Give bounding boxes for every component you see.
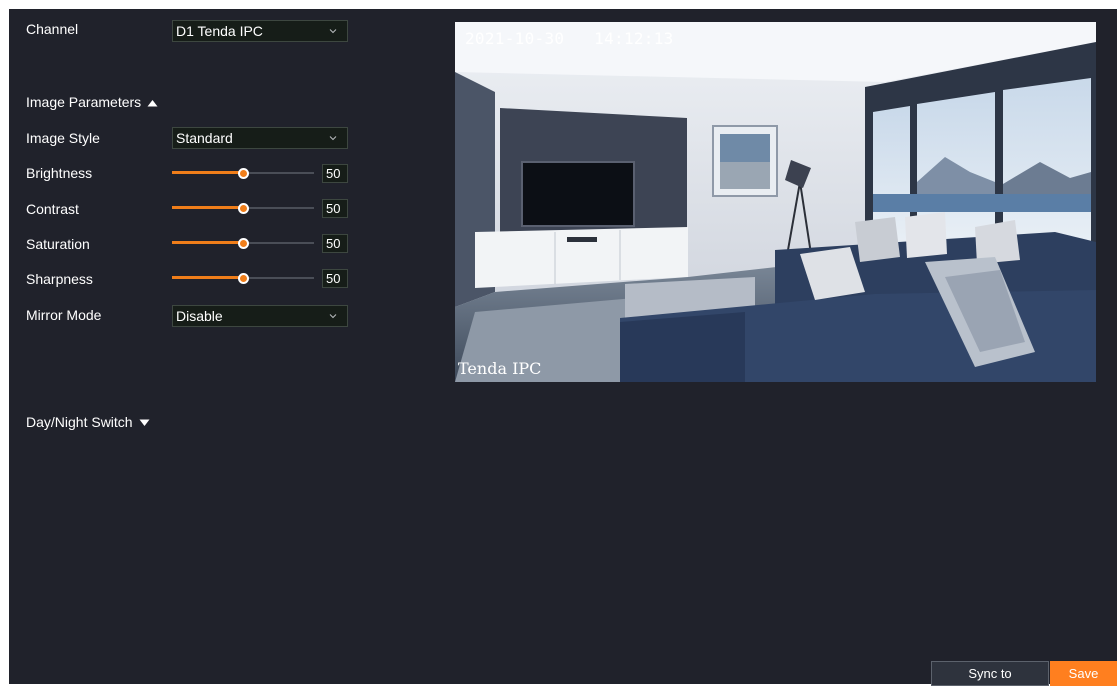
contrast-slider[interactable] bbox=[172, 201, 314, 215]
image-style-select[interactable]: Standard bbox=[172, 127, 348, 149]
day-night-switch-title: Day/Night Switch bbox=[26, 414, 133, 430]
slider-thumb[interactable] bbox=[238, 168, 249, 179]
channel-label: Channel bbox=[26, 21, 79, 37]
image-settings-panel: Channel D1 Tenda IPC Image Parameters Im… bbox=[9, 9, 1117, 686]
image-style-label: Image Style bbox=[26, 130, 100, 146]
sync-to-button[interactable]: Sync to bbox=[931, 661, 1049, 686]
slider-thumb[interactable] bbox=[238, 238, 249, 249]
saturation-slider[interactable] bbox=[172, 236, 314, 250]
chevron-down-icon bbox=[329, 136, 337, 141]
triangle-up-icon bbox=[147, 100, 158, 107]
chevron-down-icon bbox=[329, 314, 337, 319]
slider-fill bbox=[172, 206, 243, 209]
saturation-label: Saturation bbox=[26, 236, 90, 252]
saturation-value[interactable]: 50 bbox=[322, 234, 348, 253]
sharpness-label: Sharpness bbox=[26, 271, 93, 287]
living-room-camera-image bbox=[455, 22, 1096, 382]
image-style-value: Standard bbox=[176, 130, 233, 146]
brightness-label: Brightness bbox=[26, 165, 93, 181]
slider-thumb[interactable] bbox=[238, 273, 249, 284]
contrast-value[interactable]: 50 bbox=[322, 199, 348, 218]
mirror-mode-value: Disable bbox=[176, 308, 223, 324]
sharpness-value[interactable]: 50 bbox=[322, 269, 348, 288]
sharpness-slider[interactable] bbox=[172, 271, 314, 285]
camera-preview: 2021-10-30 14:12:13 Tenda IPC bbox=[455, 22, 1096, 382]
preview-timestamp: 2021-10-30 14:12:13 bbox=[461, 28, 678, 49]
channel-value: D1 Tenda IPC bbox=[176, 23, 263, 39]
triangle-down-icon bbox=[139, 419, 150, 427]
slider-fill bbox=[172, 241, 243, 244]
contrast-label: Contrast bbox=[26, 201, 79, 217]
preview-time: 14:12:13 bbox=[594, 29, 674, 48]
slider-thumb[interactable] bbox=[238, 203, 249, 214]
mirror-mode-label: Mirror Mode bbox=[26, 307, 102, 323]
preview-date: 2021-10-30 bbox=[465, 29, 565, 48]
preview-osd-name: Tenda IPC bbox=[458, 359, 542, 378]
slider-fill bbox=[172, 276, 243, 279]
brightness-slider[interactable] bbox=[172, 166, 314, 180]
slider-fill bbox=[172, 171, 243, 174]
brightness-value[interactable]: 50 bbox=[322, 164, 348, 183]
image-parameters-toggle[interactable]: Image Parameters bbox=[26, 94, 158, 110]
day-night-switch-toggle[interactable]: Day/Night Switch bbox=[26, 414, 150, 430]
chevron-down-icon bbox=[329, 29, 337, 34]
save-button[interactable]: Save bbox=[1050, 661, 1117, 686]
mirror-mode-select[interactable]: Disable bbox=[172, 305, 348, 327]
image-parameters-title: Image Parameters bbox=[26, 94, 142, 110]
channel-select[interactable]: D1 Tenda IPC bbox=[172, 20, 348, 42]
